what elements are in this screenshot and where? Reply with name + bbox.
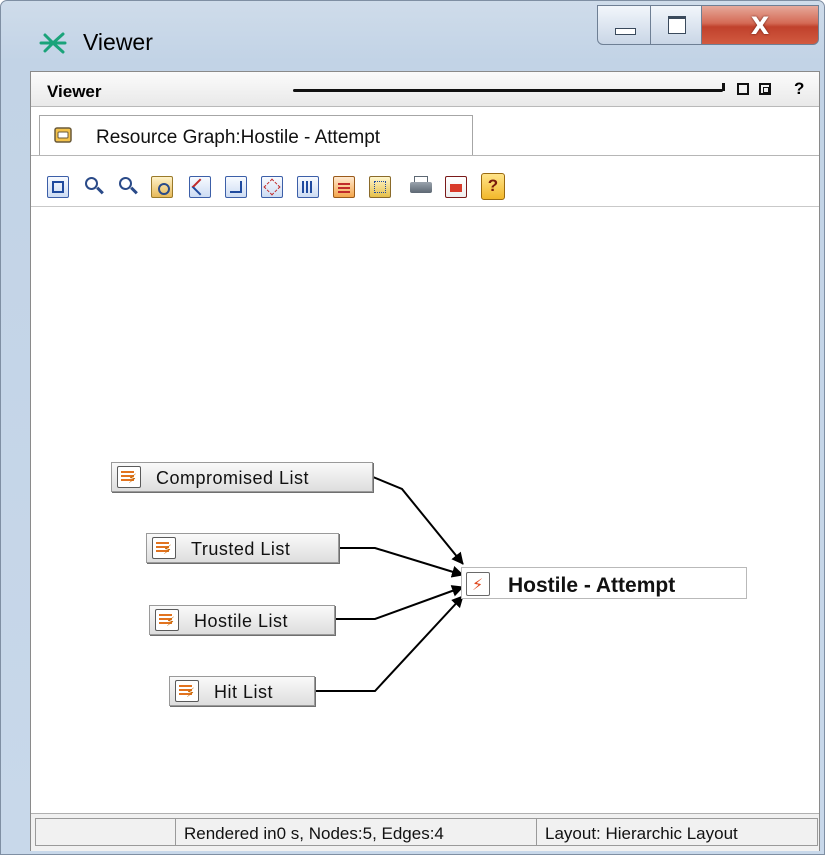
printer-icon[interactable] [409,176,432,198]
close-icon: X [750,12,770,40]
graph-node[interactable]: Trusted List [146,533,339,563]
zoom-area-icon[interactable] [151,176,173,198]
panel-header[interactable]: Viewer ? [31,72,819,107]
title-bar[interactable]: Viewer X [1,1,824,65]
minimize-button[interactable] [597,5,651,45]
maximize-button[interactable] [650,5,702,45]
node-label: Hit List [214,682,274,702]
viewer-window: Viewer X Viewer ? Resource Graph:Hostile… [0,0,825,855]
status-render-info: Rendered in0 s, Nodes:5, Edges:4 [175,818,537,846]
edge-trusted [339,547,464,578]
panel-maximize-icon[interactable] [737,83,749,95]
panel-title: Viewer [47,82,102,101]
graph-node[interactable]: Hostile List [149,605,335,635]
organic-layout-icon[interactable] [261,176,283,198]
tab-resource-graph[interactable]: Resource Graph:Hostile - Attempt [39,115,473,155]
status-layout: Layout: Hierarchic Layout [536,818,818,846]
hierarchic-layout-icon[interactable] [189,176,211,198]
graph-node-target[interactable]: Hostile - Attempt [461,567,747,599]
node-label: Hostile - Attempt [508,574,676,597]
active-list-icon [117,466,141,488]
window-controls: X [597,5,819,47]
active-list-icon [152,537,176,559]
node-label: Compromised List [156,468,310,488]
orthogonal-layout-icon[interactable] [297,176,319,198]
export-icon[interactable] [445,176,467,198]
help-icon[interactable]: ? [481,173,505,200]
edge-hit [315,595,464,692]
graph-toolbar: ? [31,158,819,207]
window-title: Viewer [83,29,153,55]
graph-node[interactable]: Compromised List [111,462,373,492]
node-label: Hostile List [194,611,289,631]
graph-node[interactable]: Hit List [169,676,315,706]
app-icon [39,32,67,54]
tab-label: Resource Graph:Hostile - Attempt [96,127,381,148]
graph-edges [315,476,464,692]
edge-hostile-list [335,585,464,620]
circular-layout-icon[interactable] [333,176,355,198]
panel-help-icon[interactable]: ? [794,79,804,99]
close-button[interactable]: X [701,5,819,45]
tab-strip: Resource Graph:Hostile - Attempt [31,107,819,156]
panel-float-icon[interactable] [759,83,771,95]
node-label: Trusted List [191,539,291,559]
status-bar: Rendered in0 s, Nodes:5, Edges:4 Layout:… [31,813,819,851]
resource-graph-icon [54,127,72,143]
tree-layout-icon[interactable] [225,176,247,198]
active-list-icon [155,609,179,631]
fit-content-icon[interactable] [47,176,69,198]
zoom-out-icon[interactable] [117,176,139,198]
graph-canvas[interactable]: Compromised List Trusted List Hostile Li… [31,207,819,813]
zoom-in-icon[interactable] [83,176,105,198]
panel-drag-handle[interactable] [293,83,725,92]
rule-icon [466,572,490,596]
active-list-icon [175,680,199,702]
status-cell-empty [35,818,176,846]
grid-layout-icon[interactable] [369,176,391,198]
viewer-panel: Viewer ? Resource Graph:Hostile - Attemp… [30,71,820,851]
